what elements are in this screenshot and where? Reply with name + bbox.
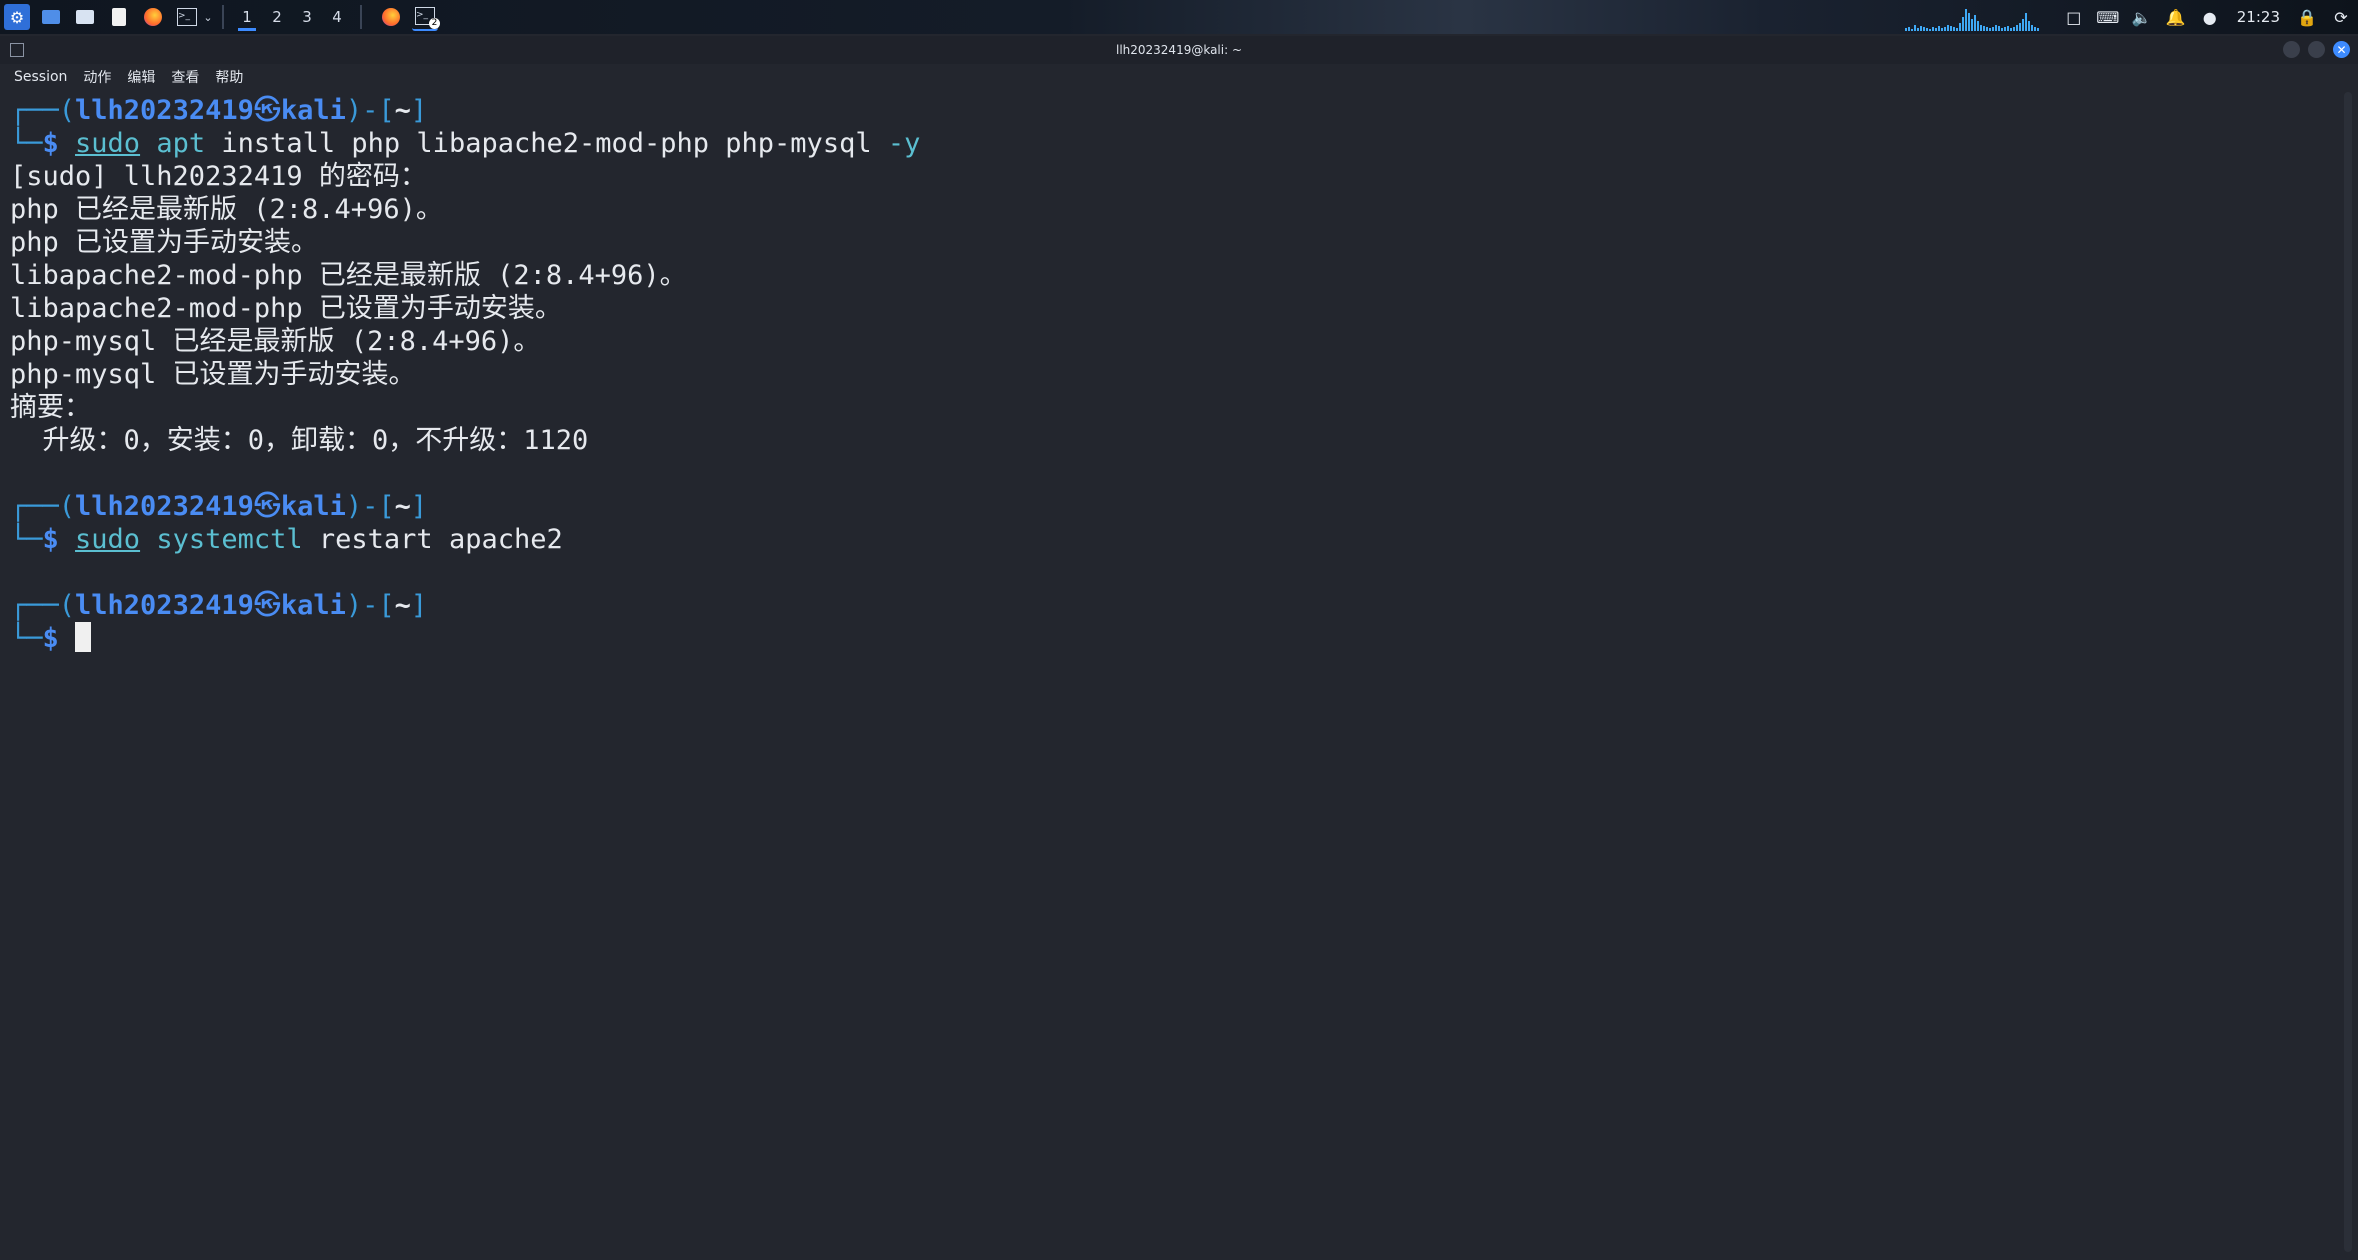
chevron-down-icon[interactable]: ⌄ <box>202 4 214 30</box>
workspace-3[interactable]: 3 <box>292 2 322 32</box>
menu-view[interactable]: 查看 <box>171 67 199 87</box>
command-line: └─$ sudo systemctl restart apache2 <box>10 524 563 555</box>
output-line: 升级：0，安装：0，卸载：0，不升级：1120 <box>10 425 589 456</box>
workspace-4[interactable]: 4 <box>322 2 352 32</box>
clock[interactable]: 21:23 <box>2237 8 2280 26</box>
firefox-task-icon[interactable] <box>378 4 404 30</box>
menu-actions[interactable]: 动作 <box>83 67 111 87</box>
prompt-line: ┌──(llh20232419㉿kali)-[~] <box>10 95 428 126</box>
window-title: llh20232419@kali: ~ <box>1115 43 1243 57</box>
notification-bell-icon[interactable]: 🔔 <box>2159 0 2193 34</box>
show-desktop-icon[interactable] <box>38 4 64 30</box>
kali-menu-icon[interactable]: ⚙ <box>4 4 30 30</box>
terminal-scrollbar[interactable] <box>2344 92 2352 1252</box>
prompt-host: kali <box>280 491 346 522</box>
taskbar-separator <box>360 5 362 29</box>
text-cursor <box>75 622 92 652</box>
cpu-usage-graph <box>1904 3 2045 31</box>
menubar: Session 动作 编辑 查看 帮助 <box>0 64 2358 90</box>
window-titlebar[interactable]: llh20232419@kali: ~ ✕ <box>0 36 2358 64</box>
output-line: php 已经是最新版 (2:8.4+96)。 <box>10 194 443 225</box>
prompt-dir: ~ <box>394 95 411 126</box>
window-icon[interactable]: □ <box>2057 0 2091 34</box>
cmd-program: apt <box>156 128 206 159</box>
taskbar: ⚙ >_ ⌄ 1 2 3 4 >_ 2 □ ⌨ 🔈 🔔 ● 21:23 🔒 ⟳ <box>0 0 2358 34</box>
maximize-button[interactable] <box>2308 41 2325 58</box>
lock-icon[interactable]: 🔒 <box>2290 0 2324 34</box>
minimize-button[interactable] <box>2283 41 2300 58</box>
terminal-task-icon[interactable]: >_ 2 <box>412 3 440 31</box>
cmd-args: install php libapache2-mod-php php-mysql <box>205 128 888 159</box>
window-menu-icon[interactable] <box>10 43 24 57</box>
menu-help[interactable]: 帮助 <box>215 67 243 87</box>
file-manager-icon[interactable] <box>72 4 98 30</box>
prompt-line: ┌──(llh20232419㉿kali)-[~] <box>10 590 428 621</box>
menu-edit[interactable]: 编辑 <box>127 67 155 87</box>
window-count-badge: 2 <box>429 18 440 29</box>
text-editor-icon[interactable] <box>106 4 132 30</box>
command-line: └─$ <box>10 622 2338 655</box>
prompt-dir: ~ <box>394 491 411 522</box>
output-line: php-mysql 已设置为手动安装。 <box>10 359 416 390</box>
prompt-line: ┌──(llh20232419㉿kali)-[~] <box>10 491 428 522</box>
terminal-launcher-icon[interactable]: >_ <box>174 4 200 30</box>
kali-dragon-icon: ㉿ <box>253 491 281 522</box>
prompt-user: llh20232419 <box>75 590 254 621</box>
output-line: php 已设置为手动安装。 <box>10 227 319 258</box>
window-controls: ✕ <box>2283 41 2350 58</box>
command-line: └─$ sudo apt install php libapache2-mod-… <box>10 128 921 159</box>
cmd-args: restart apache2 <box>302 524 563 555</box>
terminal-output[interactable]: ┌──(llh20232419㉿kali)-[~] └─$ sudo apt i… <box>0 90 2338 1260</box>
cmd-program: systemctl <box>156 524 303 555</box>
output-line: 摘要： <box>10 392 91 423</box>
kali-dragon-icon: ㉿ <box>253 590 281 621</box>
output-line: [sudo] llh20232419 的密码： <box>10 161 427 192</box>
taskbar-separator <box>222 5 224 29</box>
output-line: libapache2-mod-php 已经是最新版 (2:8.4+96)。 <box>10 260 687 291</box>
workspace-2[interactable]: 2 <box>262 2 292 32</box>
prompt-dir: ~ <box>394 590 411 621</box>
close-button[interactable]: ✕ <box>2333 41 2350 58</box>
cmd-flag: -y <box>887 128 921 159</box>
kali-dragon-icon: ㉿ <box>253 95 281 126</box>
prompt-host: kali <box>280 590 346 621</box>
system-tray: □ ⌨ 🔈 🔔 ● 21:23 🔒 ⟳ <box>1904 0 2358 34</box>
logout-icon[interactable]: ⟳ <box>2324 0 2358 34</box>
prompt-host: kali <box>280 95 346 126</box>
prompt-user: llh20232419 <box>75 95 254 126</box>
workspace-1[interactable]: 1 <box>232 2 262 32</box>
prompt-user: llh20232419 <box>75 491 254 522</box>
output-line: libapache2-mod-php 已设置为手动安装。 <box>10 293 562 324</box>
cmd-sudo: sudo <box>75 524 141 555</box>
output-line: php-mysql 已经是最新版 (2:8.4+96)。 <box>10 326 541 357</box>
cmd-sudo: sudo <box>75 128 141 159</box>
keyboard-icon[interactable]: ⌨ <box>2091 0 2125 34</box>
volume-icon[interactable]: 🔈 <box>2125 0 2159 34</box>
firefox-icon[interactable] <box>140 4 166 30</box>
menu-session[interactable]: Session <box>14 69 67 85</box>
power-status-icon[interactable]: ● <box>2193 0 2227 34</box>
